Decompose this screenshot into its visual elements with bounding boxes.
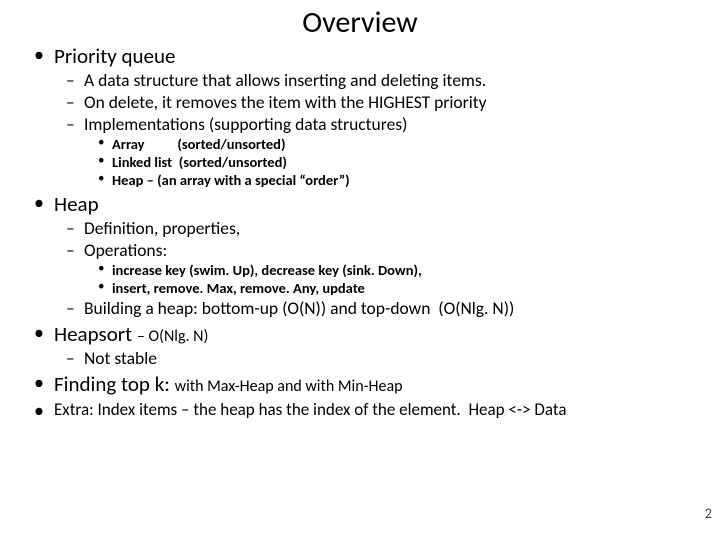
page-number: 2: [705, 505, 712, 522]
pq-item: On delete, it removes the item with the …: [26, 91, 694, 113]
section-heapsort: Heapsort – O(Nlg. N): [26, 321, 694, 347]
pq-item: A data structure that allows inserting a…: [26, 69, 694, 91]
topk-note: with Max-Heap and with Min-Heap: [175, 377, 403, 396]
heap-item: Operations:: [26, 239, 694, 261]
heap-op: increase key (swim. Up), decrease key (s…: [26, 261, 694, 279]
section-topk: Finding top k: with Max-Heap and with Mi…: [26, 371, 694, 397]
section-heap: Heap: [26, 191, 694, 217]
heapsort-item: Not stable: [26, 347, 694, 369]
outline: Priority queue A data structure that all…: [26, 43, 694, 420]
heap-build: Building a heap: bottom-up (O(N)) and to…: [26, 297, 694, 319]
pq-item: Implementations (supporting data structu…: [26, 113, 694, 135]
heap-op: insert, remove. Max, remove. Any, update: [26, 279, 694, 297]
pq-impl: Array (sorted/unsorted): [26, 135, 694, 153]
section-priority-queue: Priority queue: [26, 43, 694, 69]
pq-impl: Heap – (an array with a special “order”): [26, 171, 694, 189]
heapsort-complexity: – O(Nlg. N): [137, 327, 208, 346]
pq-impl: Linked list (sorted/unsorted): [26, 153, 694, 171]
slide-title: Overview: [26, 4, 694, 41]
heap-item: Definition, properties,: [26, 217, 694, 239]
section-extra: Extra: Index items – the heap has the in…: [26, 399, 694, 420]
